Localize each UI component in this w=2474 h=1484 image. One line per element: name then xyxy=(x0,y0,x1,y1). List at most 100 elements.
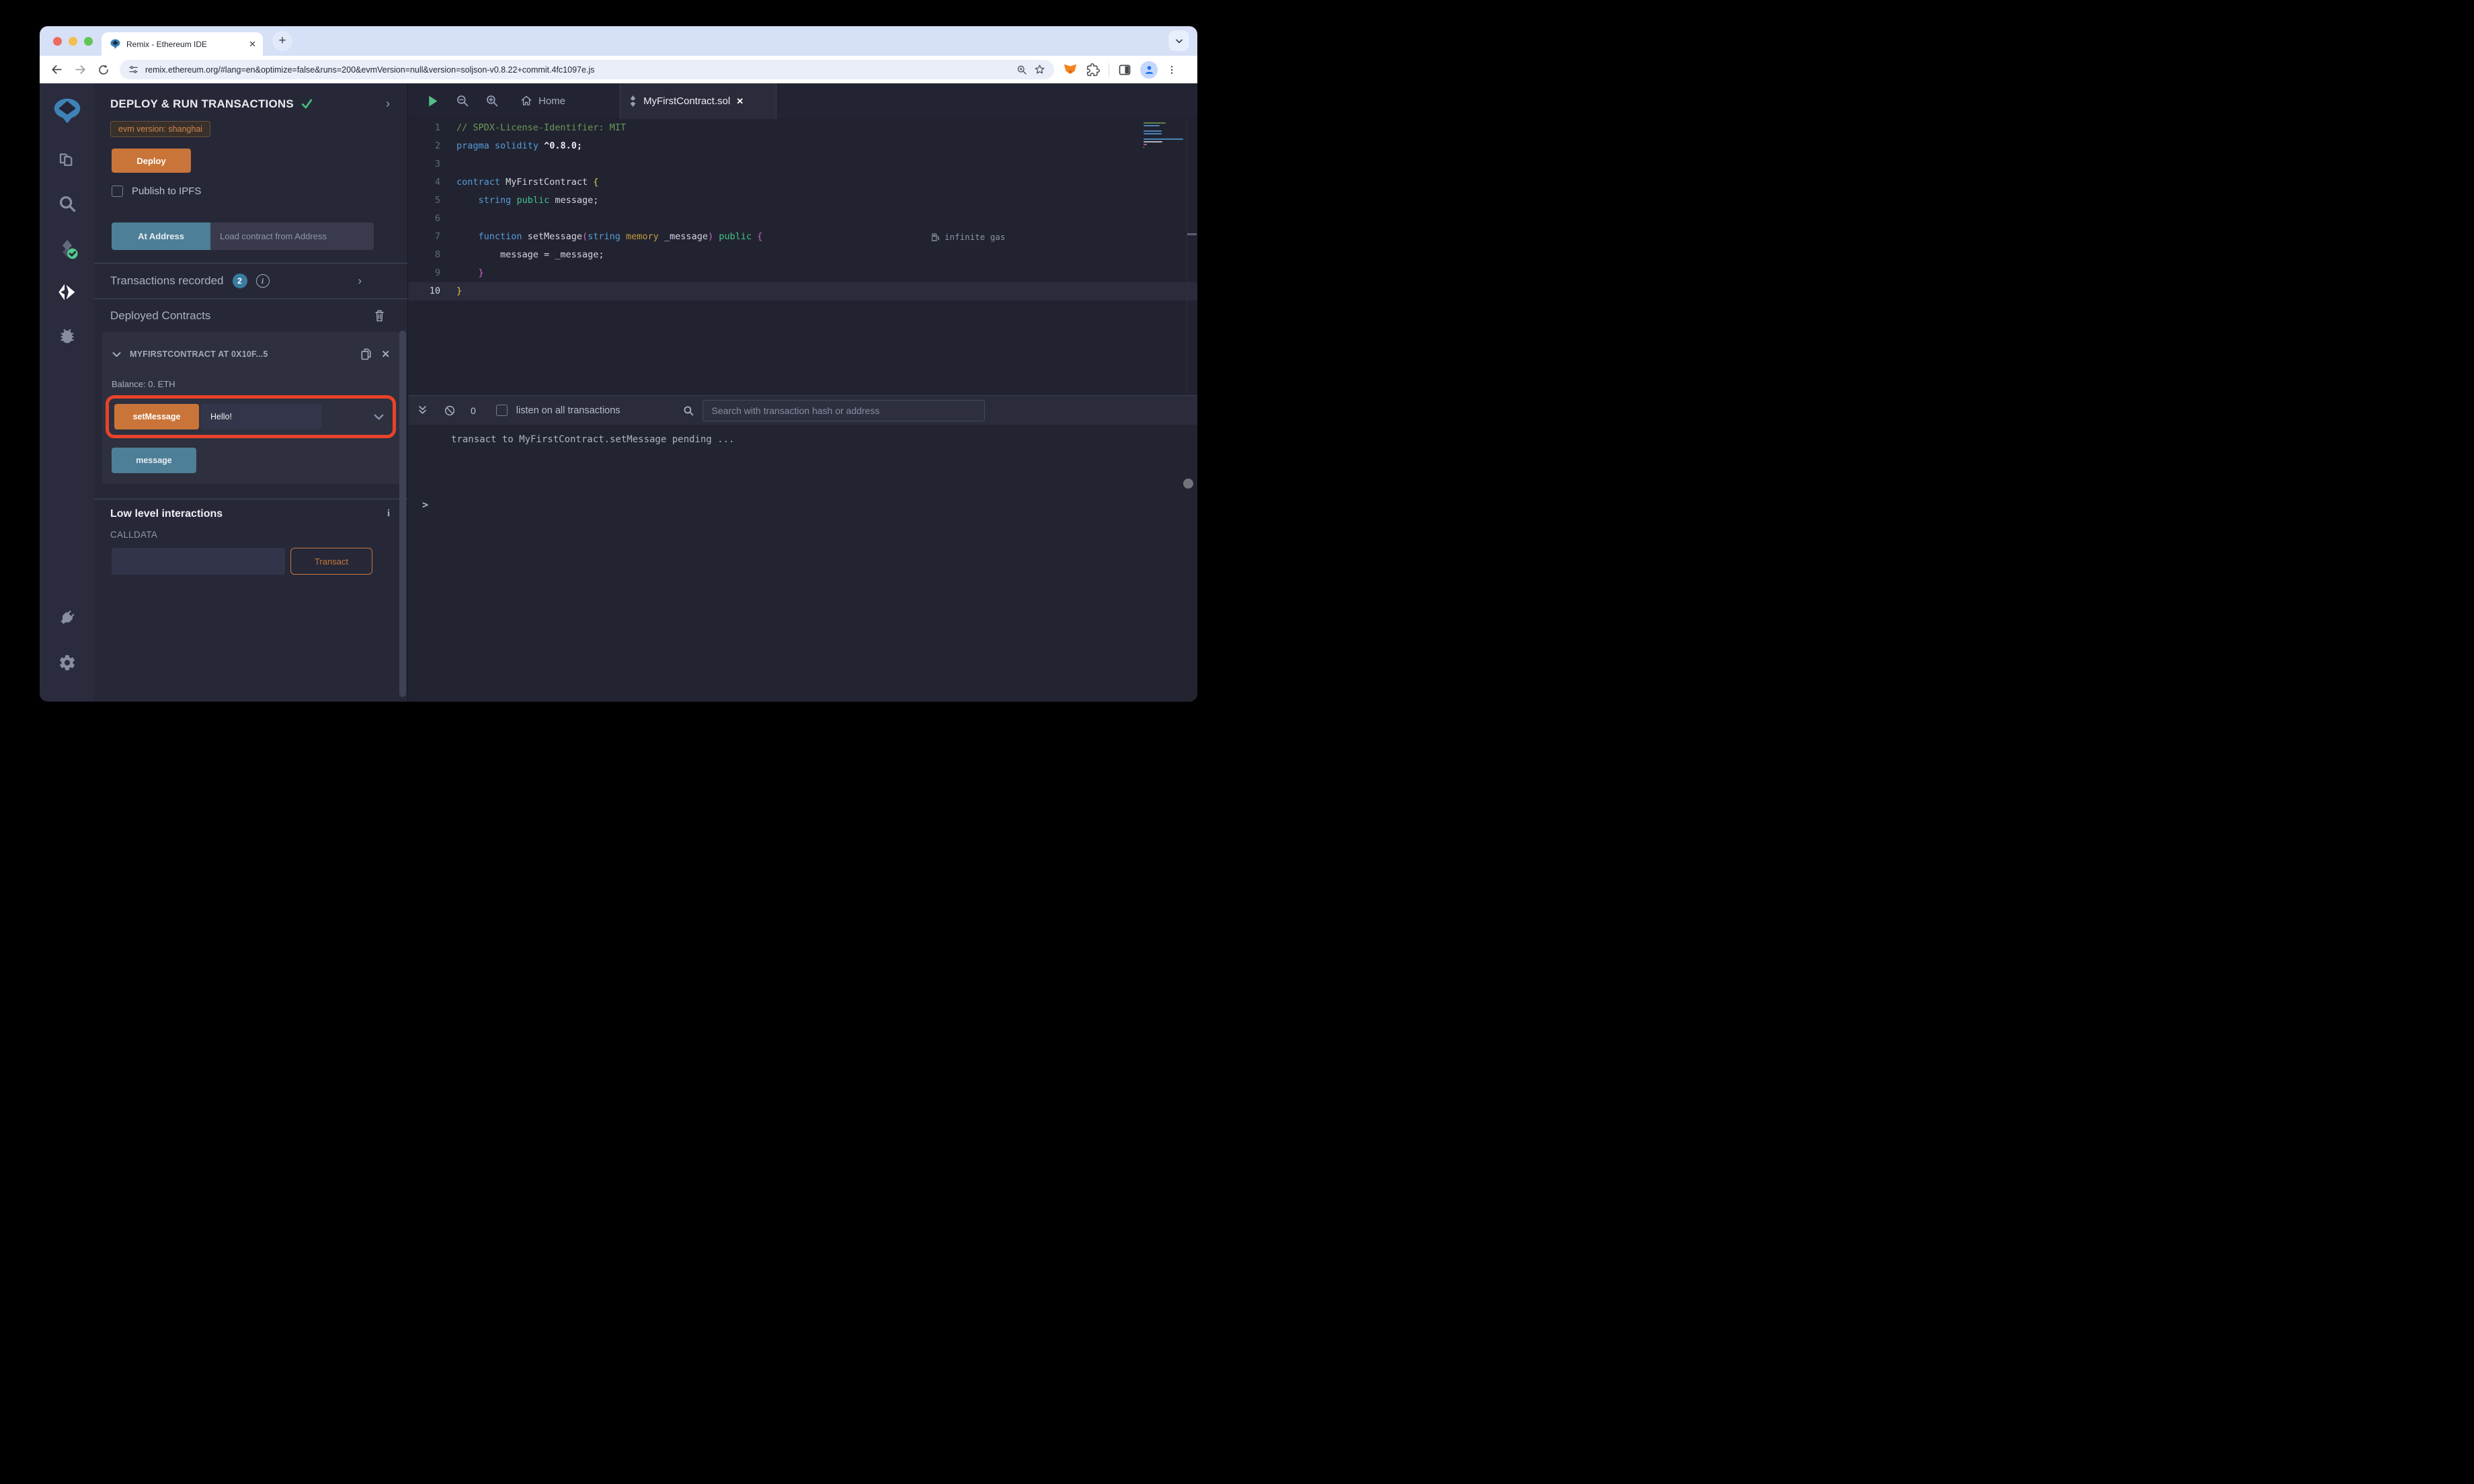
code-line[interactable]: 7 function setMessage(string memory _mes… xyxy=(408,228,1197,246)
minimize-window-button[interactable] xyxy=(69,37,77,46)
editor-scrollbar[interactable] xyxy=(1187,119,1197,395)
editor-tabbar: Home MyFirstContract.sol ✕ xyxy=(408,83,1197,119)
overview-ruler-mark xyxy=(1187,233,1197,235)
debugger-icon[interactable] xyxy=(40,327,94,345)
back-button[interactable] xyxy=(49,63,64,77)
zoom-window-button[interactable] xyxy=(84,37,93,46)
line-number: 1 xyxy=(434,122,440,133)
minimap[interactable] xyxy=(1144,122,1184,149)
search-icon[interactable] xyxy=(40,194,94,214)
run-script-icon[interactable] xyxy=(426,94,440,108)
code-editor[interactable]: 1// SPDX-License-Identifier: MIT 2 pragma … xyxy=(408,119,1197,395)
bookmark-star-icon[interactable] xyxy=(1034,64,1045,75)
transactions-count-badge: 2 xyxy=(232,274,247,288)
toolbar-extensions xyxy=(1063,60,1177,79)
site-settings-icon[interactable] xyxy=(128,65,138,75)
tab-title: Remix - Ethereum IDE xyxy=(126,39,208,49)
clear-console-icon[interactable] xyxy=(444,405,456,417)
tab-myfirstcontract[interactable]: MyFirstContract.sol ✕ xyxy=(620,83,776,119)
copy-address-icon[interactable] xyxy=(360,347,373,362)
clear-deployed-trash-icon[interactable] xyxy=(373,308,386,323)
contract-instance-title[interactable]: MYFIRSTCONTRACT AT 0X10F...5 xyxy=(130,349,352,359)
code-line[interactable]: 1// SPDX-License-Identifier: MIT xyxy=(408,119,1197,137)
code-line[interactable]: 5 string public message; xyxy=(408,192,1197,210)
settings-gear-icon[interactable] xyxy=(40,653,94,672)
panel-expand-icon[interactable]: › xyxy=(386,97,390,111)
setmessage-input[interactable] xyxy=(201,404,322,429)
deploy-run-panel: DEPLOY & RUN TRANSACTIONS › evm version:… xyxy=(94,83,408,701)
plugin-manager-icon[interactable] xyxy=(40,608,94,627)
reload-button[interactable] xyxy=(96,63,111,77)
tab-close-icon[interactable]: ✕ xyxy=(249,39,256,50)
home-icon xyxy=(521,95,532,106)
compile-success-check-icon xyxy=(301,97,313,110)
extensions-icon[interactable] xyxy=(1086,63,1100,77)
reload-icon xyxy=(99,65,108,75)
panel-scrollbar[interactable] xyxy=(399,331,406,697)
transact-button[interactable]: Transact xyxy=(290,548,372,575)
line-number: 2 xyxy=(434,140,440,151)
browser-tab[interactable]: Remix - Ethereum IDE ✕ xyxy=(102,32,263,56)
line-number: 8 xyxy=(434,249,440,260)
deploy-and-run-icon[interactable] xyxy=(40,282,94,304)
terminal-scroll-dot[interactable] xyxy=(1183,479,1193,489)
deployed-contracts-header: Deployed Contracts xyxy=(110,308,211,322)
zoom-out-icon[interactable] xyxy=(456,94,469,108)
browser-menu-icon[interactable] xyxy=(1166,65,1177,75)
pending-tx-count: 0 xyxy=(471,405,476,416)
setmessage-button[interactable]: setMessage xyxy=(114,404,199,429)
remove-contract-icon[interactable]: ✕ xyxy=(381,348,390,360)
expand-terminal-icon[interactable] xyxy=(417,405,428,416)
solidity-compiler-icon[interactable] xyxy=(40,238,94,261)
code-line[interactable]: 10} xyxy=(408,282,1197,300)
deploy-button[interactable]: Deploy xyxy=(112,149,191,173)
listen-all-checkbox[interactable] xyxy=(495,405,508,416)
close-file-tab-icon[interactable]: ✕ xyxy=(736,96,744,107)
infinite-gas-annotation: infinite gas xyxy=(931,228,1005,246)
code-line[interactable]: 4 contract MyFirstContract { xyxy=(408,173,1197,192)
code-line[interactable]: 3 xyxy=(408,155,1197,173)
address-bar[interactable]: remix.ethereum.org/#lang=en&optimize=fal… xyxy=(120,60,1054,79)
code-line[interactable]: 6 xyxy=(408,210,1197,228)
terminal-output[interactable]: transact to MyFirstContract.setMessage p… xyxy=(408,425,1197,701)
transactions-info-icon[interactable]: i xyxy=(255,274,270,288)
contract-collapse-icon[interactable] xyxy=(112,349,122,360)
side-panel-icon[interactable] xyxy=(1118,63,1131,77)
url-text[interactable]: remix.ethereum.org/#lang=en&optimize=fal… xyxy=(145,65,1010,75)
low-level-info-icon[interactable]: i xyxy=(387,508,390,520)
file-explorer-icon[interactable] xyxy=(40,149,94,169)
metamask-icon[interactable] xyxy=(1063,63,1078,77)
zoom-in-icon[interactable] xyxy=(485,94,499,108)
chevron-down-icon xyxy=(1175,38,1183,43)
at-address-button[interactable]: At Address xyxy=(112,222,210,250)
code-line[interactable]: 8 message = _message; xyxy=(408,246,1197,264)
tab-home[interactable]: Home xyxy=(520,95,565,107)
terminal-prompt: > xyxy=(422,499,429,511)
transactions-recorded-label: Transactions recorded xyxy=(110,274,224,287)
remix-favicon xyxy=(110,38,121,50)
remix-logo-icon[interactable] xyxy=(40,97,94,126)
panel-title: DEPLOY & RUN TRANSACTIONS xyxy=(110,97,294,110)
file-tab-label: MyFirstContract.sol xyxy=(643,95,731,107)
line-number: 3 xyxy=(434,159,440,169)
publish-ipfs-checkbox[interactable] xyxy=(112,186,123,197)
code-line[interactable]: 2 pragma solidity ^0.8.0; xyxy=(408,137,1197,155)
at-address-input[interactable] xyxy=(210,222,374,250)
transactions-expand-icon[interactable]: › xyxy=(358,274,362,288)
profile-avatar[interactable] xyxy=(1140,60,1158,79)
expand-params-chevron-icon[interactable] xyxy=(373,411,385,423)
message-button[interactable]: message xyxy=(112,448,196,473)
zoom-page-icon[interactable] xyxy=(1016,65,1027,75)
code-line[interactable]: 9 } xyxy=(408,264,1197,282)
terminal-search-icon xyxy=(682,405,694,417)
annotation-highlight-box: setMessage xyxy=(106,395,396,438)
tab-search-button[interactable] xyxy=(1168,30,1189,51)
new-tab-button[interactable]: + xyxy=(272,31,292,51)
line-number: 9 xyxy=(434,267,440,278)
terminal-search-input[interactable] xyxy=(702,399,985,421)
back-arrow-icon xyxy=(51,65,62,74)
editor-column: Home MyFirstContract.sol ✕ 1// SPDX-Lice… xyxy=(408,83,1197,701)
close-window-button[interactable] xyxy=(53,37,62,46)
calldata-input[interactable] xyxy=(112,548,285,575)
forward-button[interactable] xyxy=(73,63,87,77)
